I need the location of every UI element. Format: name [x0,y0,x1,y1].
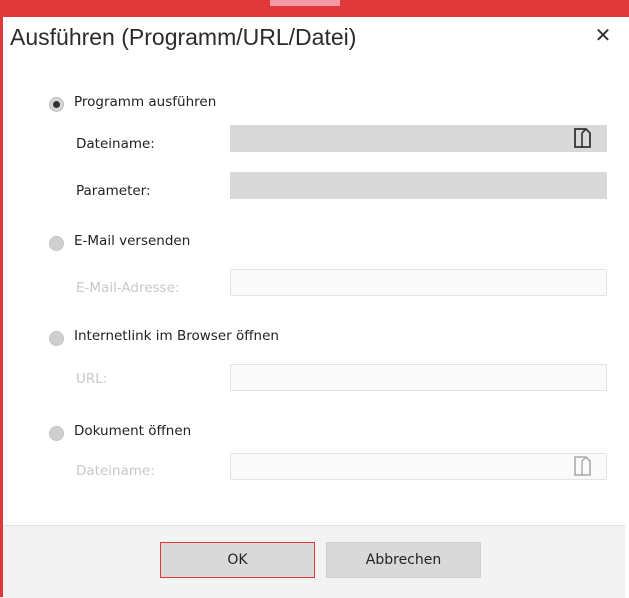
run-dialog: Ausführen (Programm/URL/Datei) ✕ Program… [3,17,625,597]
email-address-label: E-Mail-Adresse: [76,280,180,296]
radio-run-program-label[interactable]: Programm ausführen [74,94,216,110]
window-accent-highlight [270,0,340,6]
cancel-button[interactable]: Abbrechen [326,542,481,578]
folder-open-icon[interactable] [573,127,593,149]
radio-open-document[interactable] [49,426,64,441]
radio-send-email[interactable] [49,236,64,251]
radio-run-program[interactable] [49,97,64,112]
radio-send-email-label[interactable]: E-Mail versenden [74,233,190,249]
url-label: URL: [76,371,108,387]
folder-open-icon[interactable] [573,455,593,477]
program-parameter-label: Parameter: [76,183,151,199]
radio-open-weblink-label[interactable]: Internetlink im Browser öffnen [74,328,279,344]
document-filename-label: Dateiname: [76,463,155,479]
url-input[interactable] [230,364,607,391]
dialog-title: Ausführen (Programm/URL/Datei) [10,24,357,50]
radio-open-document-label[interactable]: Dokument öffnen [74,423,191,439]
program-filename-input[interactable] [230,125,607,152]
email-address-input[interactable] [230,269,607,296]
document-filename-input[interactable] [230,453,607,480]
radio-open-weblink[interactable] [49,331,64,346]
close-icon[interactable]: ✕ [593,23,613,47]
dialog-footer: OK Abbrechen [3,525,625,598]
program-parameter-input[interactable] [230,172,607,199]
ok-button[interactable]: OK [160,542,315,578]
program-filename-label: Dateiname: [76,136,155,152]
